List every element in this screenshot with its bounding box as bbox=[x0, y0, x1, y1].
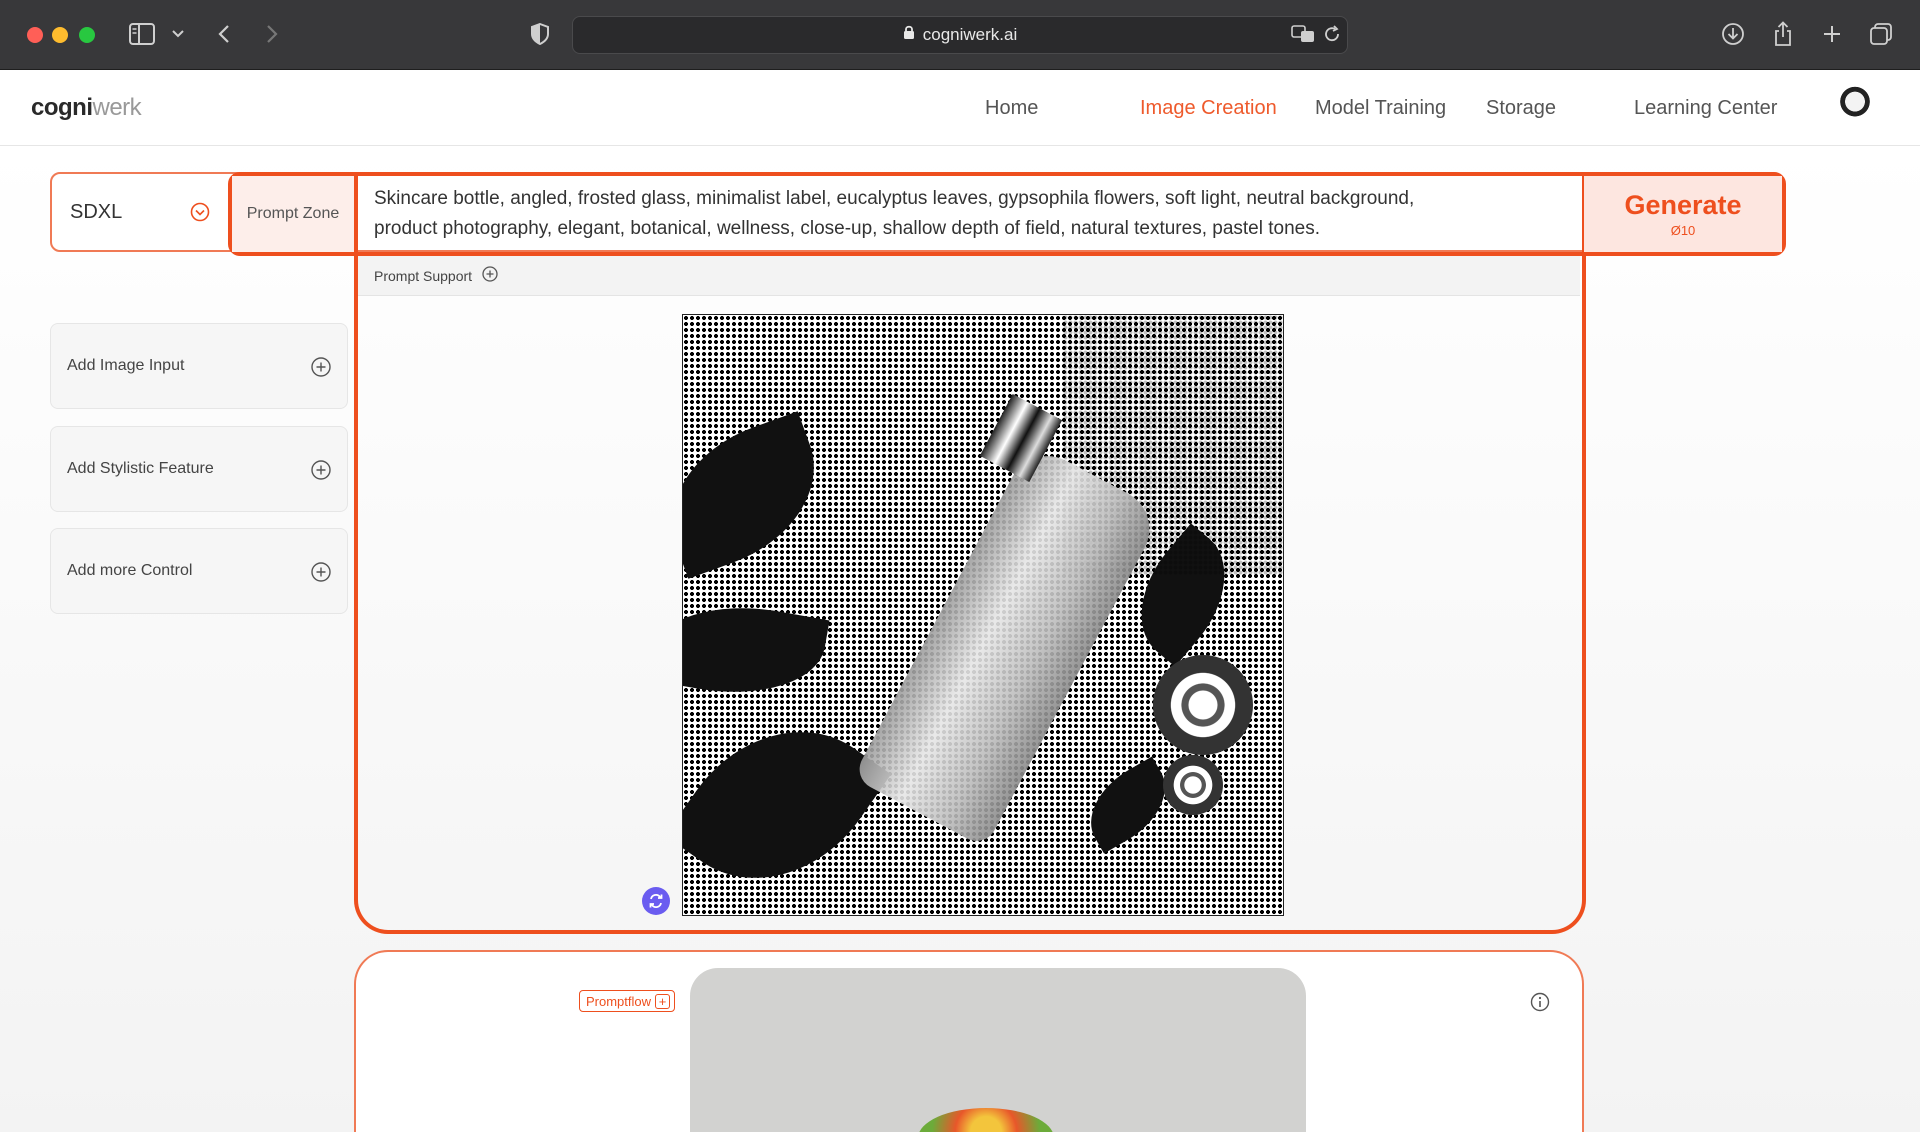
chevron-down-icon bbox=[190, 202, 210, 228]
prompt-support-label: Prompt Support bbox=[374, 267, 473, 284]
prompt-zone-label: Prompt Zone bbox=[232, 176, 354, 252]
tabs-icon[interactable] bbox=[1868, 20, 1894, 48]
logo-bold: cogni bbox=[31, 94, 93, 121]
back-icon[interactable] bbox=[214, 20, 234, 48]
generate-button[interactable]: Generate Ø10 bbox=[1584, 176, 1782, 252]
plus-circle-icon bbox=[311, 460, 331, 485]
lock-icon bbox=[903, 25, 915, 45]
sidebar-item-label: Add Stylistic Feature bbox=[67, 460, 214, 477]
model-select[interactable]: SDXL bbox=[56, 178, 226, 246]
avatar[interactable] bbox=[1836, 84, 1874, 128]
plus-circle-icon[interactable] bbox=[482, 266, 498, 285]
add-more-control-button[interactable]: Add more Control bbox=[50, 528, 348, 614]
image-leaf bbox=[683, 411, 839, 579]
address-bar[interactable]: cogniwerk.ai bbox=[572, 16, 1348, 54]
forward-icon[interactable] bbox=[262, 20, 282, 48]
sidebar-item-label: Add more Control bbox=[67, 562, 193, 579]
translate-icon[interactable] bbox=[1290, 20, 1316, 48]
image-leaf bbox=[683, 688, 892, 915]
minimize-window-button[interactable] bbox=[52, 27, 68, 43]
promptflow-button[interactable]: Promptflow + bbox=[579, 990, 676, 1012]
preview-fruit bbox=[918, 1108, 1054, 1132]
url-text: cogniwerk.ai bbox=[922, 25, 1018, 44]
plus-circle-icon bbox=[311, 357, 331, 382]
share-icon[interactable] bbox=[1770, 20, 1796, 48]
generated-image[interactable] bbox=[682, 314, 1284, 916]
plus-icon: + bbox=[655, 993, 671, 1009]
sidebar-icon[interactable] bbox=[128, 20, 156, 48]
download-icon[interactable] bbox=[1720, 20, 1746, 48]
prompt-text-line: Skincare bottle, angled, frosted glass, … bbox=[374, 188, 1415, 209]
regenerate-icon[interactable] bbox=[642, 887, 670, 915]
app-header: cogniwerk Home Image Creation Model Trai… bbox=[0, 70, 1920, 146]
image-flower bbox=[1163, 755, 1223, 815]
shield-icon[interactable] bbox=[528, 20, 552, 48]
image-flower bbox=[1153, 655, 1253, 755]
logo[interactable]: cogniwerk bbox=[31, 94, 142, 122]
nav-image-creation[interactable]: Image Creation bbox=[1140, 97, 1277, 120]
new-tab-icon[interactable] bbox=[1820, 20, 1844, 48]
nav-model-training[interactable]: Model Training bbox=[1315, 97, 1446, 120]
promptflow-label: Promptflow bbox=[586, 993, 652, 1009]
prompt-input[interactable]: Skincare bottle, angled, frosted glass, … bbox=[374, 184, 1574, 244]
sidebar-item-label: Add Image Input bbox=[67, 357, 185, 374]
add-stylistic-feature-button[interactable]: Add Stylistic Feature bbox=[50, 426, 348, 512]
browser-chrome: cogniwerk.ai bbox=[0, 0, 1920, 70]
plus-circle-icon bbox=[311, 562, 331, 587]
prompt-text-line: product photography, elegant, botanical,… bbox=[374, 218, 1321, 239]
nav-storage[interactable]: Storage bbox=[1486, 97, 1556, 120]
image-leaf bbox=[683, 590, 830, 710]
nav-home[interactable]: Home bbox=[985, 97, 1038, 120]
prompt-support-bar[interactable]: Prompt Support bbox=[358, 256, 1580, 296]
model-select-value: SDXL bbox=[70, 200, 123, 223]
maximize-window-button[interactable] bbox=[79, 27, 95, 43]
chevron-down-icon[interactable] bbox=[170, 20, 186, 48]
nav-learning-center[interactable]: Learning Center bbox=[1634, 97, 1777, 120]
reload-icon[interactable] bbox=[1320, 20, 1344, 48]
info-icon[interactable] bbox=[1530, 992, 1550, 1012]
close-window-button[interactable] bbox=[27, 27, 43, 43]
generate-label: Generate bbox=[1624, 190, 1742, 220]
logo-light: werk bbox=[92, 94, 142, 121]
add-image-input-button[interactable]: Add Image Input bbox=[50, 323, 348, 409]
generate-cost: Ø10 bbox=[1670, 223, 1696, 238]
promptflow-preview-image[interactable] bbox=[690, 968, 1306, 1132]
